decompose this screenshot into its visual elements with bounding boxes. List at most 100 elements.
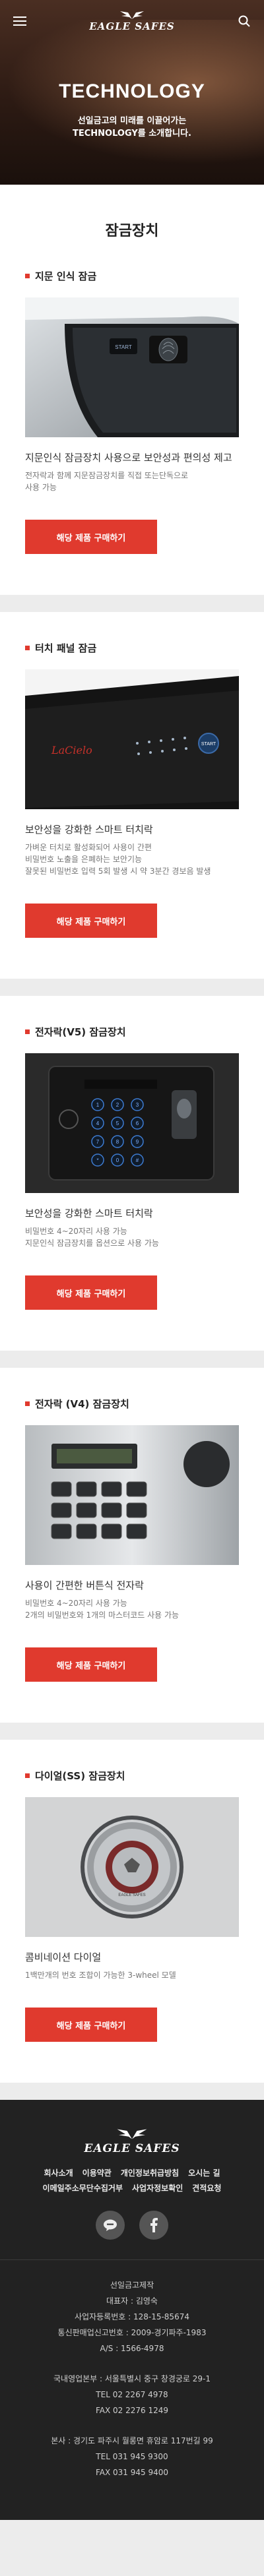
card-description: 가벼운 터치로 활성화되어 사용이 간편 비밀번호 노출을 은폐하는 보안기능 … bbox=[25, 843, 211, 876]
title-bullet bbox=[25, 1029, 30, 1034]
kakaotalk-icon[interactable] bbox=[96, 2211, 125, 2240]
keypad-button bbox=[76, 1481, 97, 1497]
title-bullet bbox=[25, 1773, 30, 1778]
card-title: 다이얼(SS) 잠금장치 bbox=[35, 1770, 125, 1782]
search-icon[interactable] bbox=[236, 13, 252, 29]
social-links bbox=[13, 2211, 251, 2240]
info-line: 사업자등록번호 : 128-15-85674 bbox=[75, 2312, 189, 2321]
keypad-key-label: 2 bbox=[116, 1102, 119, 1108]
buy-product-button[interactable]: 해당 제품 구매하기 bbox=[25, 2008, 157, 2042]
title-bullet bbox=[25, 274, 30, 278]
footer-logo-text: EAGLE SAFES bbox=[84, 2142, 180, 2155]
footer-divider bbox=[0, 2259, 264, 2260]
sales-fax: FAX 02 2276 1249 bbox=[95, 2406, 169, 2415]
svg-text:START: START bbox=[115, 344, 132, 350]
footer-links: 회사소개 이용약관 개인정보취급방침 오시는 길 이메일주소무단수집거부 사업자… bbox=[26, 2167, 238, 2193]
card-title: 지문 인식 잠금 bbox=[35, 270, 97, 282]
card-description: 1백만개의 번호 조합이 가능한 3-wheel 모델 bbox=[25, 1971, 176, 1980]
lock-card-dial: 다이얼(SS) 잠금장치 EAGLE SAFES 콤비네이션 다이얼 1백만개의… bbox=[0, 1740, 264, 2100]
card-title: 터치 패널 잠금 bbox=[35, 642, 97, 654]
footer: EAGLE SAFES 회사소개 이용약관 개인정보취급방침 오시는 길 이메일… bbox=[0, 2100, 264, 2520]
footer-link-privacy[interactable]: 개인정보취급방침 bbox=[121, 2167, 179, 2178]
keypad-button bbox=[101, 1481, 122, 1497]
hq-fax: FAX 031 945 9400 bbox=[95, 2468, 169, 2477]
buy-product-button[interactable]: 해당 제품 구매하기 bbox=[25, 1275, 157, 1310]
footer-link-email-policy[interactable]: 이메일주소무단수집거부 bbox=[43, 2182, 123, 2193]
keypad-button bbox=[51, 1502, 72, 1518]
lock-card-electronic-v5: 전자락(V5) 잠금장치 1 2 3 4 5 6 7 8 9 * 0 # 보안성을 강화한 스마트 터… bbox=[0, 996, 264, 1368]
keypad-button bbox=[101, 1502, 122, 1518]
keypad-key-label: 3 bbox=[136, 1102, 139, 1108]
dial-lock-image: EAGLE SAFES bbox=[25, 1797, 239, 1937]
section-title: 잠금장치 bbox=[0, 185, 264, 269]
fingerprint-lock-image: START bbox=[25, 297, 239, 437]
header-logo-text: EAGLE SAFES bbox=[89, 20, 175, 32]
header-logo[interactable]: EAGLE SAFES bbox=[89, 10, 174, 32]
title-bullet bbox=[25, 646, 30, 650]
footer-logo[interactable]: EAGLE SAFES bbox=[13, 2128, 251, 2155]
keypad-button bbox=[76, 1502, 97, 1518]
keypad-key-label: # bbox=[136, 1157, 139, 1163]
eagle-logo-icon bbox=[117, 2129, 147, 2139]
info-line: 통신판매업신고번호 : 2009-경기파주-1983 bbox=[57, 2328, 207, 2337]
keypad-button bbox=[51, 1523, 72, 1539]
svg-text:LaCielo: LaCielo bbox=[51, 744, 92, 756]
card-title: 전자락 (V4) 잠금장치 bbox=[35, 1398, 129, 1410]
footer-link-quote[interactable]: 견적요청 bbox=[192, 2182, 221, 2193]
keypad-key-label: 6 bbox=[136, 1120, 139, 1126]
keypad-key-label: 7 bbox=[96, 1139, 100, 1145]
hq-tel: TEL 031 945 9300 bbox=[96, 2452, 168, 2461]
lock-card-touch-panel: 터치 패널 잠금 LaCielo START 보안성을 강화한 스마트 터치락 … bbox=[0, 612, 264, 996]
card-description: 전자락과 함께 지문잠금장치를 직접 또는단독으로 사용 가능 bbox=[25, 471, 189, 492]
lock-card-electronic-v4: 전자락 (V4) 잠금장치 사용이 간편한 버튼식 전자락 비밀번호 4~20자… bbox=[0, 1368, 264, 1740]
menu-icon[interactable] bbox=[12, 13, 28, 29]
buy-product-button[interactable]: 해당 제품 구매하기 bbox=[25, 1647, 157, 1682]
card-description-title: 지문인식 잠금장치 사용으로 보안성과 편의성 제고 bbox=[25, 452, 232, 464]
title-bullet bbox=[25, 1401, 30, 1406]
company-info: 선일금고제작 대표자 : 김영숙 사업자등록번호 : 128-15-85674 … bbox=[13, 2277, 251, 2480]
keypad-key-label: 4 bbox=[96, 1120, 100, 1126]
keypad-button bbox=[126, 1502, 147, 1518]
touch-panel-lock-image: LaCielo START bbox=[25, 669, 239, 809]
keypad-button bbox=[126, 1523, 147, 1539]
info-line: 선일금고제작 bbox=[110, 2281, 154, 2290]
keypad-key-label: 8 bbox=[116, 1139, 119, 1145]
card-description-title: 보안성을 강화한 스마트 터치락 bbox=[25, 824, 153, 836]
top-navbar: EAGLE SAFES bbox=[0, 0, 264, 42]
keypad-button bbox=[126, 1481, 147, 1497]
card-description-title: 콤비네이션 다이얼 bbox=[25, 1951, 102, 1963]
sales-address: 국내영업본부 : 서울특별시 중구 창경궁로 29-1 bbox=[53, 2374, 211, 2383]
info-line: A/S : 1566-4978 bbox=[100, 2344, 164, 2353]
card-description: 비밀번호 4~20자리 사용 가능 지문인식 잠금장치를 옵션으로 사용 가능 bbox=[25, 1227, 159, 1248]
sales-tel: TEL 02 2267 4978 bbox=[96, 2390, 168, 2399]
footer-link-directions[interactable]: 오시는 길 bbox=[188, 2167, 220, 2178]
keypad-button bbox=[51, 1481, 72, 1497]
keypad-key-label: * bbox=[96, 1157, 98, 1163]
facebook-icon[interactable] bbox=[139, 2211, 168, 2240]
hero-title: TECHNOLOGY bbox=[59, 80, 205, 102]
card-description-title: 사용이 간편한 버튼식 전자락 bbox=[25, 1579, 144, 1591]
keypad-key-label: 9 bbox=[136, 1139, 139, 1145]
info-line: 대표자 : 김영숙 bbox=[106, 2296, 158, 2306]
card-description-title: 보안성을 강화한 스마트 터치락 bbox=[25, 1208, 153, 1219]
hq-address: 본사 : 경기도 파주시 월롱면 휴암로 117번길 99 bbox=[51, 2436, 213, 2445]
footer-link-terms[interactable]: 이용약관 bbox=[82, 2167, 112, 2178]
keypad-button bbox=[76, 1523, 97, 1539]
hero-subtitle: 선일금고의 미래를 이끌어가는 TECHNOLOGY를 소개합니다. bbox=[73, 116, 191, 138]
footer-link-company[interactable]: 회사소개 bbox=[44, 2167, 73, 2178]
hero-banner: EAGLE SAFES TECHNOLOGY 선일금고의 미래를 이끌어가는 T… bbox=[0, 0, 264, 185]
footer-link-business-info[interactable]: 사업자정보확인 bbox=[132, 2182, 183, 2193]
product-list: 지문 인식 잠금 START 지문인식 잠금장치 사용으로 보안성과 편의성 제… bbox=[0, 269, 264, 2100]
svg-text:EAGLE SAFES: EAGLE SAFES bbox=[118, 1893, 145, 1897]
svg-text:START: START bbox=[201, 742, 216, 747]
keypad-key-label: 0 bbox=[116, 1157, 119, 1163]
buy-product-button[interactable]: 해당 제품 구매하기 bbox=[25, 520, 157, 554]
eagle-logo-icon bbox=[119, 11, 144, 19]
buy-product-button[interactable]: 해당 제품 구매하기 bbox=[25, 904, 157, 938]
keypad-button bbox=[101, 1523, 122, 1539]
card-title: 전자락(V5) 잠금장치 bbox=[35, 1026, 126, 1038]
keypad-key-label: 1 bbox=[96, 1102, 100, 1108]
electronic-v4-lock-image bbox=[25, 1425, 239, 1565]
electronic-v5-lock-image: 1 2 3 4 5 6 7 8 9 * 0 # bbox=[25, 1053, 239, 1193]
card-description: 비밀번호 4~20자리 사용 가능 2개의 비밀번호와 1개의 마스터코드 사용… bbox=[25, 1599, 180, 1620]
